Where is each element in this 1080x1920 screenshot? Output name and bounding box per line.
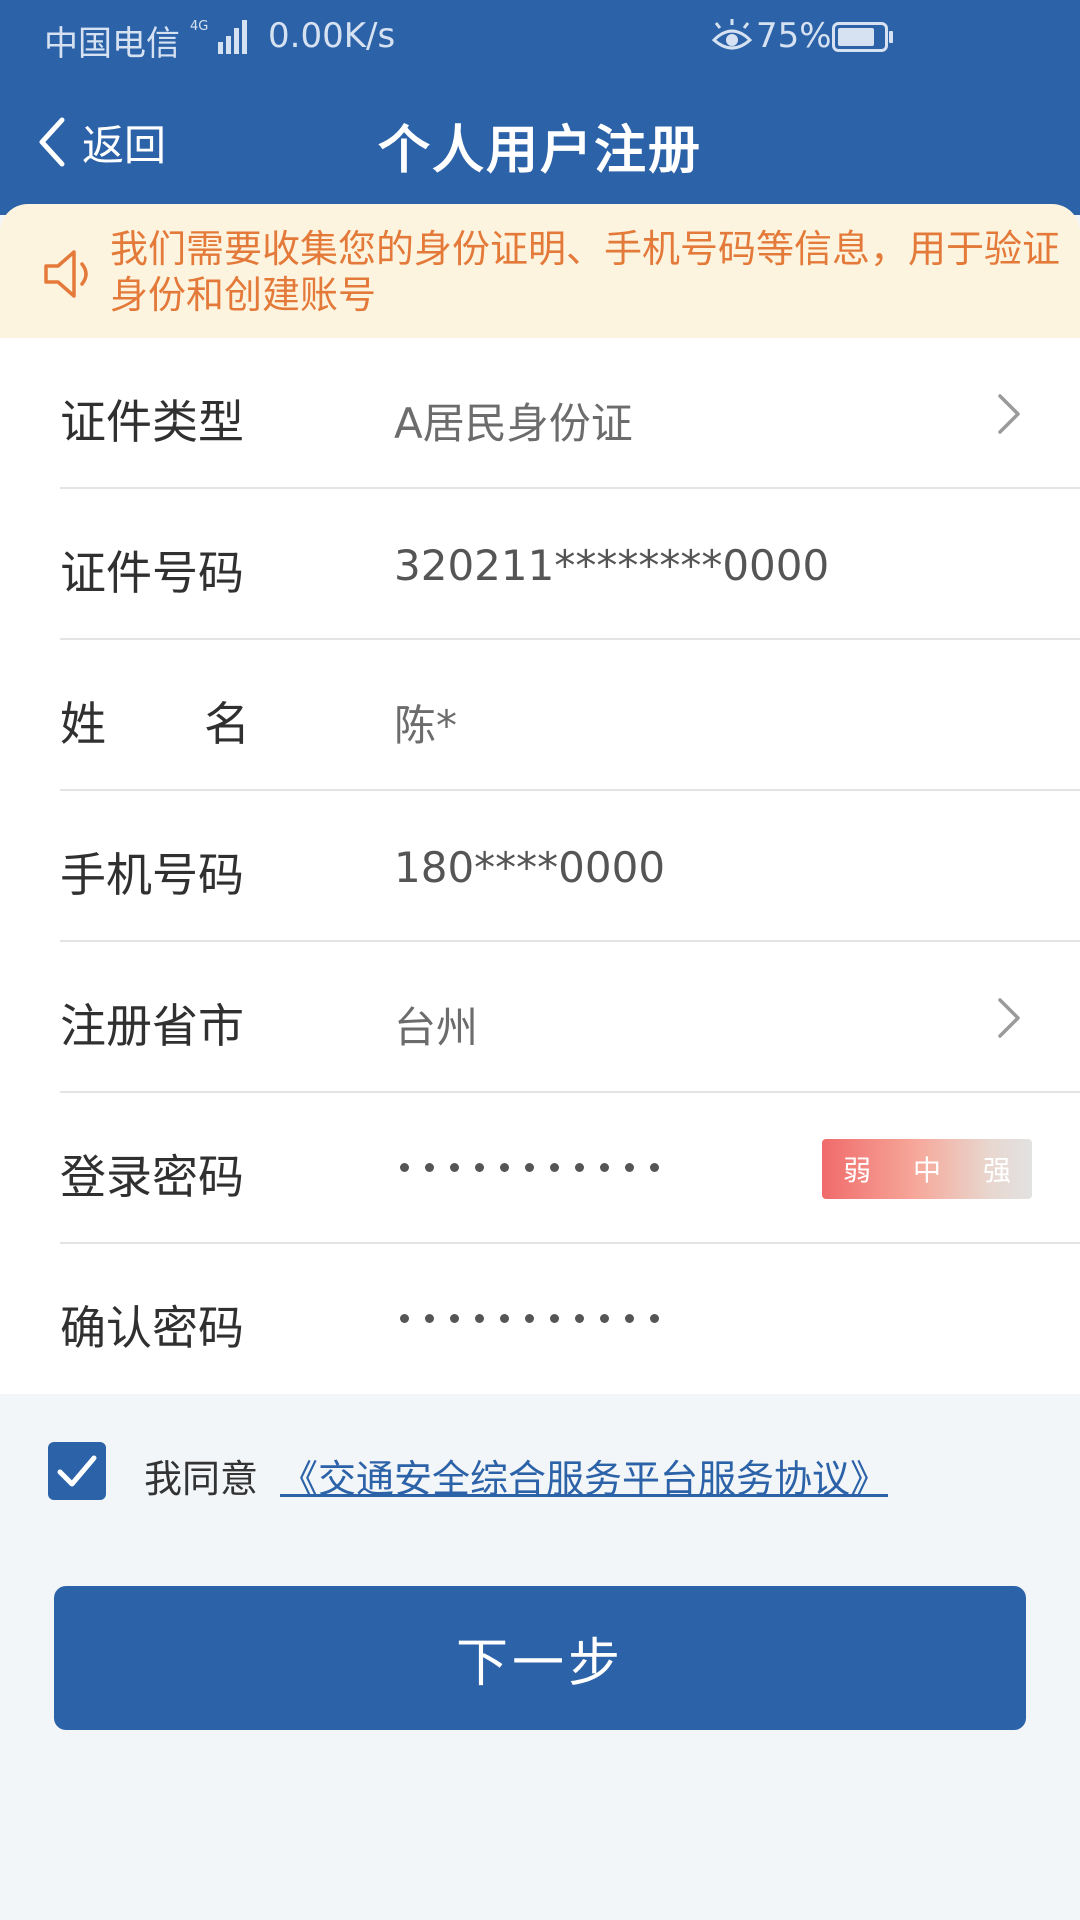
id-number-row: 证件号码 320211********0000: [0, 489, 1080, 640]
signal-icon: 4G: [190, 19, 247, 54]
registration-form: 证件类型 A居民身份证 证件号码 320211********0000 姓 名 …: [0, 338, 1080, 1394]
password-mask-dot: [650, 1314, 659, 1323]
password-mask-dot: [400, 1163, 409, 1172]
agreement-checkbox[interactable]: [48, 1442, 106, 1500]
phone-field[interactable]: 180****0000: [394, 843, 665, 892]
phone-label: 手机号码: [60, 848, 244, 902]
name-label-char-2: 名: [204, 697, 250, 751]
id-type-value: A居民身份证: [394, 399, 633, 448]
password-mask-dot: [575, 1314, 584, 1323]
password-mask-dot: [575, 1163, 584, 1172]
page-title: 个人用户注册: [377, 121, 702, 181]
strength-strong: 强: [982, 1154, 1011, 1187]
password-field[interactable]: [400, 1157, 675, 1176]
name-label: 姓 名: [60, 688, 250, 754]
eye-comfort-icon: [711, 19, 753, 50]
notice-text: 我们需要收集您的身份证明、手机号码等信息，用于验证身份和创建账号: [110, 227, 1061, 317]
region-label: 注册省市: [60, 999, 244, 1053]
password-mask-dot: [425, 1314, 434, 1323]
agreement-link[interactable]: 《交通安全综合服务平台服务协议》: [280, 1448, 888, 1503]
id-number-field[interactable]: 320211********0000: [394, 541, 829, 590]
password-mask-dot: [600, 1163, 609, 1172]
id-type-row[interactable]: 证件类型 A居民身份证: [0, 338, 1080, 489]
phone-row: 手机号码 180****0000: [0, 791, 1080, 942]
password-mask-dot: [625, 1163, 634, 1172]
password-mask-dot: [400, 1314, 409, 1323]
name-row: 姓 名 陈*: [0, 640, 1080, 791]
status-bar: 中国电信 4G 0.00K/s 75%: [0, 0, 1080, 76]
strength-weak: 弱: [842, 1154, 871, 1187]
confirm-password-field[interactable]: [400, 1308, 675, 1327]
name-label-char-1: 姓: [60, 697, 106, 751]
carrier-name: 中国电信: [44, 24, 180, 64]
password-mask-dot: [525, 1163, 534, 1172]
password-strength-meter: 弱 中 强: [822, 1139, 1032, 1199]
strength-medium: 中: [912, 1154, 941, 1187]
speaker-icon: [44, 250, 88, 298]
confirm-password-label: 确认密码: [60, 1301, 244, 1355]
password-mask-dot: [625, 1314, 634, 1323]
password-mask-dot: [475, 1163, 484, 1172]
agreement-prefix: 我同意: [144, 1457, 259, 1501]
network-type-label: 4G: [190, 19, 208, 34]
password-mask-dot: [450, 1163, 459, 1172]
id-number-label: 证件号码: [60, 546, 244, 600]
password-mask-dot: [500, 1163, 509, 1172]
password-mask-dot: [500, 1314, 509, 1323]
name-field[interactable]: 陈*: [394, 692, 457, 753]
nav-bar: 返回 个人用户注册: [0, 90, 1080, 190]
password-mask-dot: [425, 1163, 434, 1172]
net-speed: 0.00K/s: [268, 16, 396, 56]
password-mask-dot: [600, 1314, 609, 1323]
password-mask-dot: [650, 1163, 659, 1172]
checkmark-icon: [57, 1455, 97, 1487]
battery-icon: [832, 22, 893, 52]
password-row: 登录密码 弱 中 强: [0, 1093, 1080, 1244]
region-row[interactable]: 注册省市 台州: [0, 942, 1080, 1093]
password-mask-dot: [525, 1314, 534, 1323]
confirm-password-row: 确认密码: [0, 1244, 1080, 1395]
chevron-right-icon: [998, 394, 1020, 434]
password-mask-dot: [475, 1314, 484, 1323]
chevron-right-icon: [998, 998, 1020, 1038]
password-mask-dot: [550, 1163, 559, 1172]
header: 中国电信 4G 0.00K/s 75% 返回 个人用户注册: [0, 0, 1080, 215]
id-type-label: 证件类型: [60, 395, 244, 449]
password-label: 登录密码: [60, 1150, 244, 1204]
password-mask-dot: [450, 1314, 459, 1323]
region-value: 台州: [394, 1003, 479, 1052]
next-button[interactable]: 下一步: [54, 1586, 1026, 1730]
password-mask-dot: [550, 1314, 559, 1323]
privacy-notice: 我们需要收集您的身份证明、手机号码等信息，用于验证身份和创建账号: [0, 204, 1080, 338]
battery-percent: 75%: [756, 16, 832, 56]
